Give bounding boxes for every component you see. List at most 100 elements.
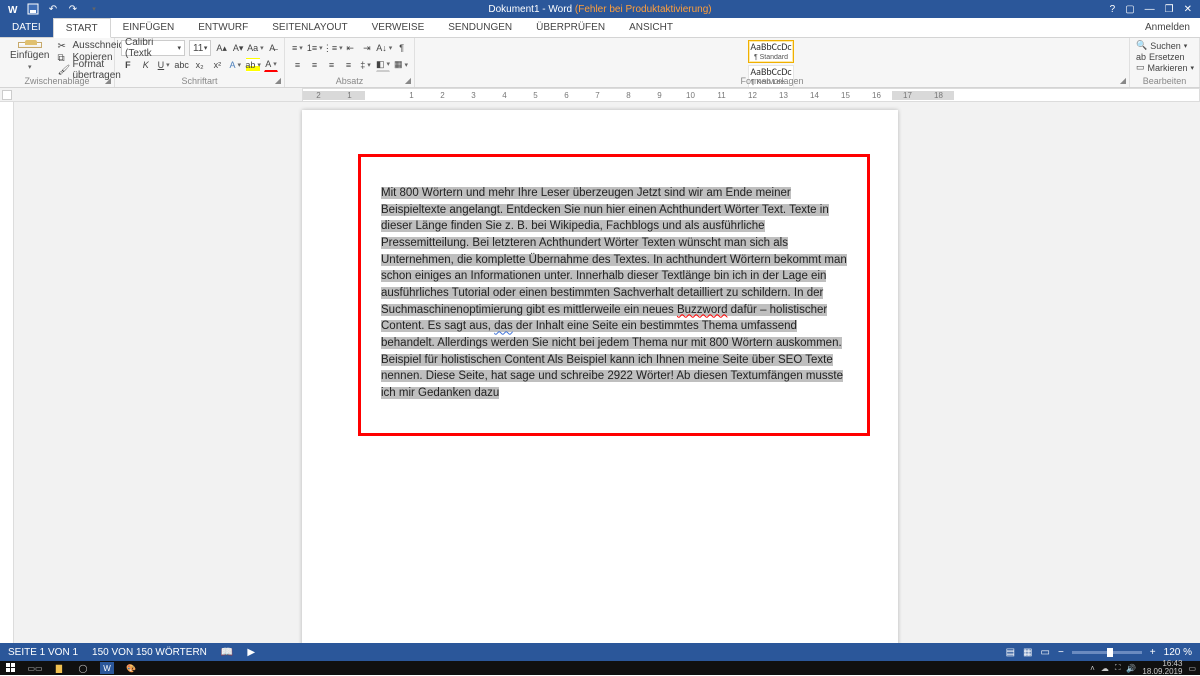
font-color-icon[interactable]: A xyxy=(264,58,278,72)
word-count[interactable]: 150 VON 150 WÖRTERN xyxy=(92,647,207,658)
clear-format-icon[interactable]: A̶ xyxy=(266,41,278,55)
indent-icon[interactable]: ⇥ xyxy=(361,41,374,55)
group-styles: AaBbCcDc¶ StandardAaBbCcDc¶ Kein Lee…AaB… xyxy=(415,38,1130,87)
save-icon[interactable] xyxy=(26,2,40,16)
text-effects-icon[interactable]: A xyxy=(228,58,242,72)
vertical-ruler[interactable] xyxy=(0,102,14,643)
proofing-icon[interactable]: 📖 xyxy=(221,647,233,658)
italic-button[interactable]: K xyxy=(139,58,153,72)
print-layout-icon[interactable]: ▦ xyxy=(1023,647,1032,658)
paint-icon[interactable]: 🎨 xyxy=(124,662,138,674)
group-clipboard: Einfügen ▾ ✂Ausschneiden ⧉Kopieren 🖌Form… xyxy=(0,38,115,87)
group-font: Calibri (Textk▾ 11▾ A▴ A▾ Aa A̶ F K U ab… xyxy=(115,38,285,87)
close-icon[interactable]: ✕ xyxy=(1184,4,1192,15)
zoom-level[interactable]: 120 % xyxy=(1164,647,1192,658)
clipboard-dialog-launcher[interactable]: ◢ xyxy=(105,76,111,85)
activation-warning: (Fehler bei Produktaktivierung) xyxy=(575,4,712,15)
undo-icon[interactable]: ↶ xyxy=(46,2,60,16)
zoom-slider[interactable] xyxy=(1072,651,1142,654)
page[interactable]: Mit 800 Wörtern und mehr Ihre Leser über… xyxy=(302,110,898,643)
volume-icon[interactable]: 🔊 xyxy=(1126,664,1136,673)
style-tile-0[interactable]: AaBbCcDc¶ Standard xyxy=(748,40,794,63)
text-box-frame[interactable]: Mit 800 Wörtern und mehr Ihre Leser über… xyxy=(358,154,870,436)
change-case-icon[interactable]: Aa xyxy=(248,41,262,55)
tab-start[interactable]: START xyxy=(53,18,111,38)
macro-icon[interactable]: ▶ xyxy=(247,647,255,658)
tab-view[interactable]: ANSICHT xyxy=(617,18,685,37)
scissors-icon: ✂ xyxy=(57,41,69,51)
tab-insert[interactable]: EINFÜGEN xyxy=(111,18,187,37)
outdent-icon[interactable]: ⇤ xyxy=(344,41,357,55)
document-text[interactable]: Mit 800 Wörtern und mehr Ihre Leser über… xyxy=(381,185,847,402)
font-name-combo[interactable]: Calibri (Textk▾ xyxy=(121,40,185,56)
group-paragraph: ≡ 1≡ ⋮≡ ⇤ ⇥ A↓ ¶ ≡ ≡ ≡ ≡ ‡ ◧ ▦ Absatz ◢ xyxy=(285,38,415,87)
page-indicator[interactable]: SEITE 1 VON 1 xyxy=(8,647,78,658)
find-button[interactable]: 🔍Suchen▾ xyxy=(1136,40,1193,51)
paste-button[interactable]: Einfügen ▾ xyxy=(6,40,53,73)
onedrive-icon[interactable]: ☁ xyxy=(1101,664,1109,673)
system-clock[interactable]: 16:43 18.09.2019 xyxy=(1142,660,1182,676)
replace-button[interactable]: abErsetzen xyxy=(1136,51,1193,62)
ribbon-collapse-icon[interactable]: ▢ xyxy=(1125,4,1134,15)
help-icon[interactable]: ? xyxy=(1110,4,1116,15)
align-center-icon[interactable]: ≡ xyxy=(308,58,321,72)
redo-icon[interactable]: ↷ xyxy=(66,2,80,16)
task-view-icon[interactable]: ▭▭ xyxy=(28,662,42,674)
align-left-icon[interactable]: ≡ xyxy=(291,58,304,72)
start-button[interactable] xyxy=(4,662,18,674)
justify-icon[interactable]: ≡ xyxy=(342,58,355,72)
font-size-combo[interactable]: 11▾ xyxy=(189,40,211,56)
tab-design[interactable]: ENTWURF xyxy=(186,18,260,37)
bold-button[interactable]: F xyxy=(121,58,135,72)
replace-icon: ab xyxy=(1136,52,1146,62)
line-spacing-icon[interactable]: ‡ xyxy=(359,58,372,72)
minimize-icon[interactable]: — xyxy=(1145,4,1155,15)
document-title: Dokument1 xyxy=(488,4,539,15)
superscript-button[interactable]: x² xyxy=(210,58,224,72)
multilevel-icon[interactable]: ⋮≡ xyxy=(326,41,340,55)
shrink-font-icon[interactable]: A▾ xyxy=(232,41,245,55)
shading-icon[interactable]: ◧ xyxy=(376,58,390,72)
para-dialog-launcher[interactable]: ◢ xyxy=(405,76,411,85)
tab-file[interactable]: DATEI xyxy=(0,18,53,37)
qat-customize-icon[interactable] xyxy=(86,2,100,16)
ruler-area: 21123456789101112131415161718 xyxy=(0,88,1200,102)
font-dialog-launcher[interactable]: ◢ xyxy=(275,76,281,85)
word-taskbar-icon[interactable]: W xyxy=(100,662,114,674)
file-explorer-icon[interactable]: ▇ xyxy=(52,662,66,674)
maximize-icon[interactable]: ❐ xyxy=(1165,4,1174,15)
chrome-icon[interactable]: ◯ xyxy=(76,662,90,674)
tray-expand-icon[interactable]: ˄ xyxy=(1090,664,1095,673)
network-icon[interactable]: ⛶ xyxy=(1115,663,1121,673)
highlight-icon[interactable]: ab xyxy=(246,58,260,72)
strike-button[interactable]: abc xyxy=(175,58,189,72)
ribbon-tabs: DATEI START EINFÜGEN ENTWURF SEITENLAYOU… xyxy=(0,18,1200,38)
tab-references[interactable]: VERWEISE xyxy=(360,18,437,37)
cursor-icon: ▭ xyxy=(1136,62,1145,73)
brush-icon: 🖌 xyxy=(57,65,69,75)
svg-text:W: W xyxy=(8,5,18,16)
grow-font-icon[interactable]: A▴ xyxy=(215,41,228,55)
borders-icon[interactable]: ▦ xyxy=(394,58,408,72)
read-mode-icon[interactable]: ▤ xyxy=(1006,647,1015,658)
bullets-icon[interactable]: ≡ xyxy=(291,41,304,55)
web-layout-icon[interactable]: ▭ xyxy=(1041,647,1050,658)
notifications-icon[interactable]: ▭ xyxy=(1188,664,1196,673)
underline-button[interactable]: U xyxy=(157,58,171,72)
tab-review[interactable]: ÜBERPRÜFEN xyxy=(524,18,617,37)
show-marks-icon[interactable]: ¶ xyxy=(395,41,408,55)
sign-in-link[interactable]: Anmelden xyxy=(1135,18,1200,37)
numbering-icon[interactable]: 1≡ xyxy=(308,41,322,55)
zoom-out-button[interactable]: − xyxy=(1058,647,1064,658)
align-right-icon[interactable]: ≡ xyxy=(325,58,338,72)
zoom-in-button[interactable]: + xyxy=(1150,647,1156,658)
styles-dialog-launcher[interactable]: ◢ xyxy=(1120,76,1126,85)
tab-mailings[interactable]: SENDUNGEN xyxy=(436,18,524,37)
ruler-corner[interactable] xyxy=(2,90,12,100)
tab-layout[interactable]: SEITENLAYOUT xyxy=(260,18,359,37)
subscript-button[interactable]: x₂ xyxy=(193,58,207,72)
select-button[interactable]: ▭Markieren▾ xyxy=(1136,62,1193,73)
status-bar: SEITE 1 VON 1 150 VON 150 WÖRTERN 📖 ▶ ▤ … xyxy=(0,643,1200,661)
horizontal-ruler[interactable]: 21123456789101112131415161718 xyxy=(302,88,1200,102)
sort-icon[interactable]: A↓ xyxy=(377,41,391,55)
